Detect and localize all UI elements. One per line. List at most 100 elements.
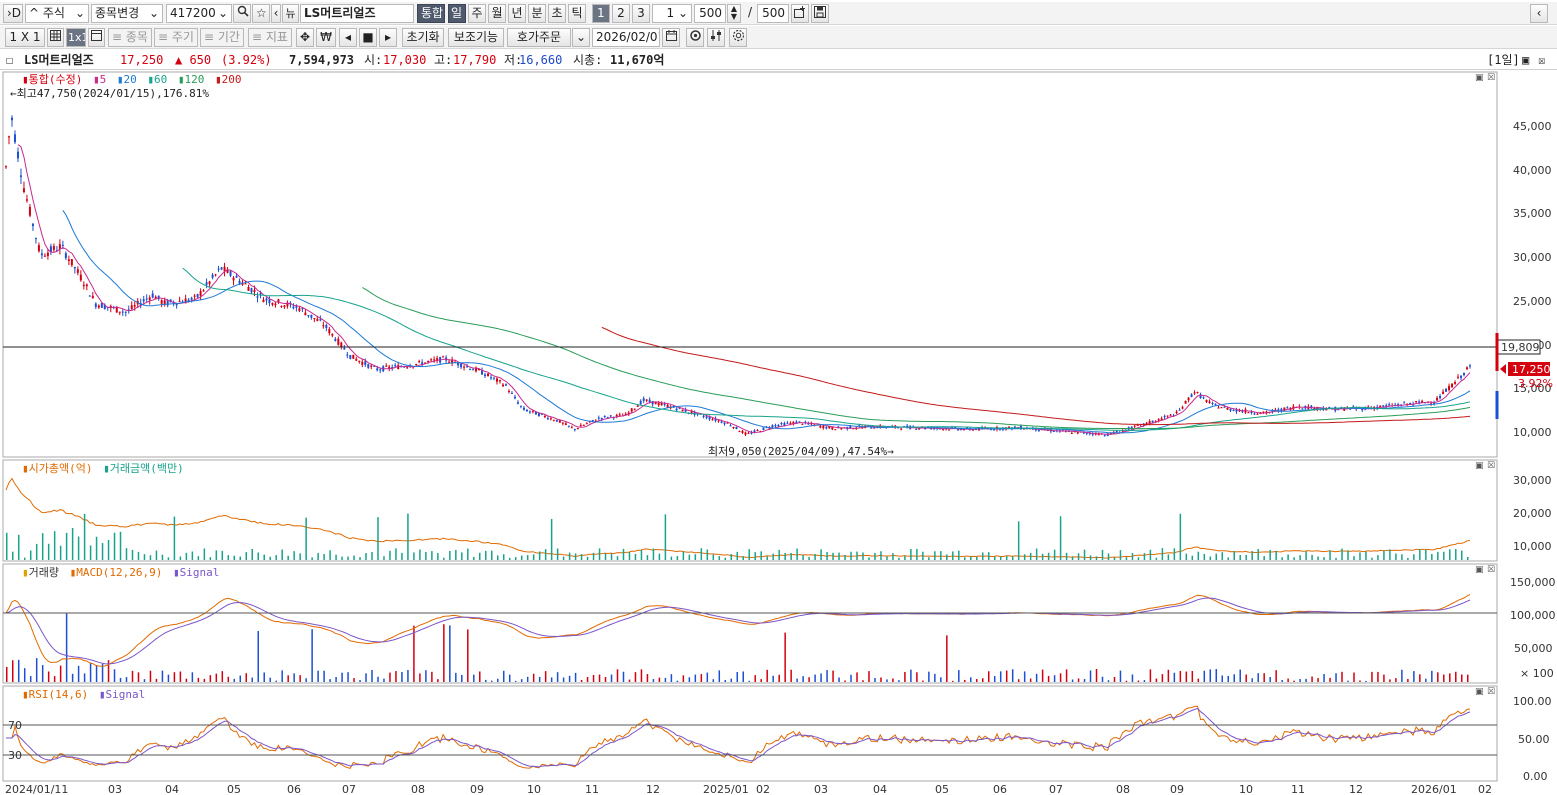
quote-order-dropdown[interactable]: ⌄ bbox=[572, 28, 590, 47]
trade-amount-bar bbox=[844, 554, 846, 560]
volume-bar bbox=[562, 677, 565, 682]
collapse-panel-button[interactable]: ‹ bbox=[1530, 4, 1548, 23]
move-button[interactable]: ✥ bbox=[296, 28, 314, 47]
nav-prev-button[interactable]: ›D bbox=[3, 4, 23, 23]
close-icon[interactable]: ☒ bbox=[1538, 50, 1545, 70]
currency-button[interactable]: ₩ bbox=[316, 28, 336, 47]
candle-body bbox=[630, 408, 633, 412]
stop-button[interactable]: ■ bbox=[359, 28, 377, 47]
volume-bar bbox=[1059, 673, 1062, 682]
volume-bar bbox=[838, 677, 840, 682]
interval-input[interactable]: 1 ⌄ bbox=[652, 4, 692, 23]
combined-button[interactable]: 통합 bbox=[417, 4, 445, 23]
quote-order-button[interactable]: 호가주문 bbox=[507, 28, 571, 47]
candle-body bbox=[295, 306, 298, 308]
panel-close-icon[interactable]: ☒ bbox=[1487, 73, 1495, 83]
count-input[interactable]: 500 bbox=[694, 4, 726, 23]
reset-button[interactable]: 초기화 bbox=[402, 28, 444, 47]
item-period-button[interactable]: ≡ 기간 bbox=[200, 28, 244, 47]
volume-bar bbox=[1095, 669, 1098, 682]
minimize-icon[interactable]: ▣ bbox=[1522, 50, 1529, 70]
item-symbol-button[interactable]: ≡ 종목 bbox=[108, 28, 152, 47]
trade-amount-bar bbox=[1215, 553, 1218, 560]
market-type-select[interactable]: ^ 주식 ⌄ bbox=[25, 4, 89, 23]
aux-function-button[interactable]: 보조기능 bbox=[448, 28, 504, 47]
volume-bar bbox=[425, 670, 427, 682]
volume-bar bbox=[233, 678, 236, 682]
trade-amount-bar bbox=[1239, 555, 1241, 560]
grid-button[interactable] bbox=[47, 28, 64, 47]
chart-area[interactable]: ▮통합(수정) ▮5 ▮20 ▮60 ▮120 ▮200 ←최고47,750(2… bbox=[0, 71, 1557, 795]
volume-bar bbox=[1215, 669, 1218, 682]
period-num-2-button[interactable]: 2 bbox=[612, 4, 630, 23]
candle-body bbox=[771, 425, 774, 428]
count-stepper[interactable]: ▲ ▼ bbox=[727, 4, 741, 23]
trade-amount-bar bbox=[784, 552, 786, 560]
period-minute-button[interactable]: 분 bbox=[528, 4, 546, 23]
scroll-left-button[interactable]: ◂ bbox=[339, 28, 357, 47]
candle-body bbox=[603, 416, 606, 418]
trade-amount-bar bbox=[622, 548, 625, 560]
volume-bar bbox=[245, 673, 248, 682]
volume-bar bbox=[1293, 680, 1295, 682]
item-cycle-button[interactable]: ≡ 주기 bbox=[154, 28, 198, 47]
change-symbol-select[interactable]: 종목변경 ⌄ bbox=[91, 4, 163, 23]
candle-body bbox=[1454, 382, 1457, 384]
calendar-button[interactable] bbox=[662, 28, 680, 47]
volume-bar bbox=[257, 631, 259, 682]
candle-body bbox=[271, 303, 274, 305]
volume-bar bbox=[724, 679, 727, 682]
settings-button[interactable] bbox=[686, 28, 704, 47]
candle-body bbox=[1103, 435, 1106, 437]
panel-maximize-icon[interactable]: ▣ bbox=[1475, 73, 1484, 83]
gear-button[interactable] bbox=[729, 28, 747, 47]
select-checkbox[interactable]: ☐ bbox=[6, 50, 13, 70]
window-button[interactable] bbox=[88, 28, 105, 47]
candle-body bbox=[232, 277, 235, 281]
trade-amount-bar bbox=[299, 553, 301, 560]
move-icon: ✥ bbox=[299, 30, 311, 44]
expand-left-button[interactable]: ‹ bbox=[271, 4, 281, 23]
period-second-button[interactable]: 초 bbox=[548, 4, 566, 23]
volume-bar bbox=[1401, 669, 1403, 682]
period-tick-button[interactable]: 틱 bbox=[568, 4, 586, 23]
search-button[interactable] bbox=[233, 4, 251, 23]
news-button[interactable]: 뉴 bbox=[282, 4, 299, 23]
volume-bar bbox=[916, 672, 918, 682]
candle-body bbox=[702, 416, 705, 418]
trade-amount-bar bbox=[1335, 557, 1337, 560]
period-day-button[interactable]: 일 bbox=[448, 4, 466, 23]
period-num-3-button[interactable]: 3 bbox=[632, 4, 650, 23]
candle-body bbox=[1253, 413, 1256, 415]
save-button[interactable] bbox=[811, 4, 829, 23]
item-indicator-button[interactable]: ≡ 지표 bbox=[248, 28, 292, 47]
layout-1x1-button[interactable]: 1 X 1 bbox=[5, 28, 45, 47]
mcap-legend: ▮시가총액(억) ▮거래금액(백만) bbox=[22, 462, 184, 475]
candle-body bbox=[576, 428, 579, 430]
period-week-button[interactable]: 주 bbox=[468, 4, 486, 23]
favorite-button[interactable]: ☆ bbox=[252, 4, 270, 23]
indicator-settings-button[interactable] bbox=[707, 28, 725, 47]
panel-close-icon[interactable]: ☒ bbox=[1487, 565, 1495, 575]
volume-bar bbox=[1137, 680, 1140, 682]
panel-maximize-icon[interactable]: ▣ bbox=[1475, 687, 1484, 697]
panel-close-icon[interactable]: ☒ bbox=[1487, 461, 1495, 471]
candle-body bbox=[1166, 415, 1169, 417]
panel-maximize-icon[interactable]: ▣ bbox=[1475, 461, 1484, 471]
date-input[interactable]: 2026/02/01 bbox=[592, 28, 660, 47]
stock-name-field[interactable]: LS머트리얼즈 bbox=[300, 4, 414, 23]
panel-close-icon[interactable]: ☒ bbox=[1487, 687, 1495, 697]
scroll-right-button[interactable]: ▸ bbox=[379, 28, 397, 47]
period-num-1-button[interactable]: 1 bbox=[592, 4, 610, 23]
new-window-button[interactable] bbox=[791, 4, 809, 23]
volume-bar bbox=[1461, 674, 1463, 682]
candle-body bbox=[744, 432, 747, 435]
candle-body bbox=[1286, 407, 1289, 409]
period-year-button[interactable]: 년 bbox=[508, 4, 526, 23]
panel-maximize-icon[interactable]: ▣ bbox=[1475, 565, 1484, 575]
candle-body bbox=[831, 427, 834, 430]
layout-active-button[interactable]: 1x1 bbox=[66, 28, 86, 47]
period-month-button[interactable]: 월 bbox=[488, 4, 506, 23]
symbol-code-input[interactable]: 417200 ⌄ bbox=[166, 4, 232, 23]
candle-body bbox=[1151, 420, 1154, 423]
